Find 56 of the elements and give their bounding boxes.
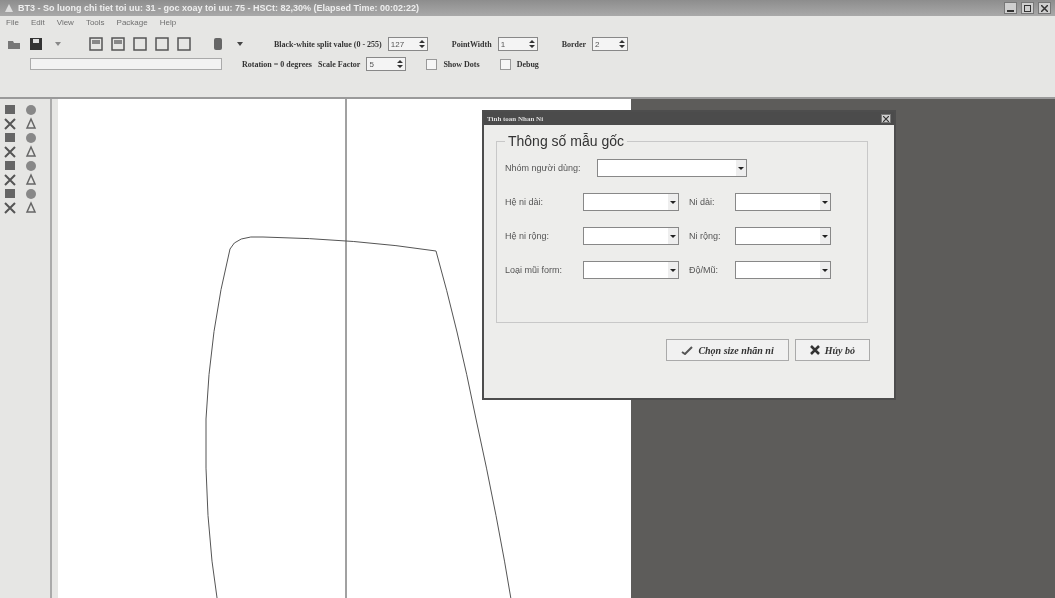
group-title: Thông số mẫu gốc xyxy=(507,133,625,149)
menu-item[interactable]: Edit xyxy=(30,18,45,27)
checkbox-label: Debug xyxy=(516,59,539,69)
spinner-arrows-icon[interactable] xyxy=(528,39,535,49)
spinner-arrows-icon[interactable] xyxy=(397,59,404,69)
checkmark-icon xyxy=(681,345,694,355)
maximize-icon xyxy=(1024,4,1031,12)
point-width-spinner[interactable]: 1 xyxy=(497,37,538,51)
dropdown-field[interactable] xyxy=(735,261,831,279)
field-label: Loại mũi form: xyxy=(505,265,564,275)
scale-factor-spinner[interactable]: 5 xyxy=(366,57,407,71)
dropdown-field[interactable] xyxy=(597,159,747,177)
field-label: Hệ ni dài: xyxy=(505,197,545,207)
menu-item[interactable]: File xyxy=(6,18,19,27)
dropdown-field[interactable] xyxy=(583,193,679,211)
close-button[interactable] xyxy=(881,114,891,123)
checkbox[interactable] xyxy=(426,58,438,70)
border-spinner[interactable]: 2 xyxy=(592,37,629,51)
window-title: BT3 - So luong chi tiet toi uu: 31 - goc xoay toi uu: 75 - HSCt: 82,30% (Elapsed Time: 00:02:22) xyxy=(18,3,420,13)
scale-factor-label: Scale Factor xyxy=(317,59,361,69)
dropdown-field[interactable] xyxy=(583,227,679,245)
cross-icon[interactable] xyxy=(24,145,38,159)
close-icon xyxy=(809,345,820,355)
checkbox-label: Show Dots xyxy=(443,59,480,69)
split-value-spinner[interactable]: 127 xyxy=(387,37,428,51)
border-label: Border xyxy=(561,39,587,49)
split-value-label: Black-white split value (0 - 255) xyxy=(274,39,382,49)
save-icon[interactable] xyxy=(28,36,44,52)
cancel-button[interactable]: Hủy bỏ xyxy=(794,339,870,361)
app-icon xyxy=(4,3,14,13)
dropdown-field[interactable] xyxy=(583,261,679,279)
menu-item[interactable]: Help xyxy=(159,18,177,27)
rotation-label: Rotation = 0 degrees xyxy=(242,59,312,69)
spinner-arrows-icon[interactable] xyxy=(619,39,626,49)
field-label: Hệ ni rộng: xyxy=(505,231,551,241)
cross-icon[interactable] xyxy=(3,117,17,131)
field-label: Nhóm người dùng: xyxy=(505,163,582,173)
point-width-label: PointWidth xyxy=(451,39,492,49)
spinner-arrows-icon[interactable] xyxy=(418,39,425,49)
maximize-button[interactable] xyxy=(1021,2,1034,14)
close-icon xyxy=(1041,4,1048,12)
menu-item[interactable]: Package xyxy=(116,18,148,27)
circle-icon[interactable] xyxy=(24,103,38,117)
checkbox[interactable] xyxy=(499,58,511,70)
menu-item[interactable]: View xyxy=(56,18,74,27)
dropdown-field[interactable] xyxy=(735,227,831,245)
dropdown-field[interactable] xyxy=(735,193,831,211)
field-label: Ni rộng: xyxy=(689,231,722,241)
close-button[interactable] xyxy=(1038,2,1051,14)
field-label: Ni dài: xyxy=(689,197,716,207)
window-icon[interactable] xyxy=(88,36,104,52)
rectangle-icon[interactable] xyxy=(3,103,17,117)
choose-size-button[interactable]: Chọn size nhãn ni xyxy=(666,339,789,361)
field-label: Độ/Mũ: xyxy=(689,265,719,275)
minimize-button[interactable] xyxy=(1004,2,1017,14)
menu-item[interactable]: Tools xyxy=(85,18,105,27)
